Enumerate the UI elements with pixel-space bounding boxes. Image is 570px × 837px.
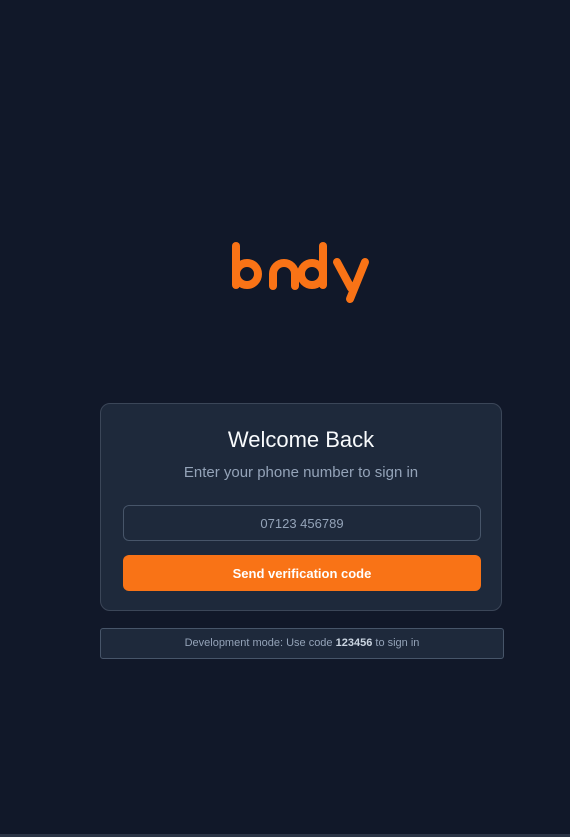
card-title: Welcome Back [227, 427, 375, 452]
login-card: Welcome Back Enter your phone number to … [100, 403, 502, 611]
dev-notice-suffix: to sign in [372, 637, 420, 649]
send-verification-code-button[interactable]: Send verification code [123, 555, 481, 591]
card-subtitle: Enter your phone number to sign in [183, 464, 419, 481]
logo-text: bndy [372, 240, 373, 241]
dev-notice-code: 123456 [335, 637, 373, 649]
dev-mode-notice: Development mode: Use code 123456 to sig… [100, 628, 504, 659]
dev-notice-prefix: Development mode: Use code [184, 637, 336, 649]
phone-number-input[interactable] [123, 505, 481, 541]
bndy-logo: bndy [230, 240, 372, 306]
